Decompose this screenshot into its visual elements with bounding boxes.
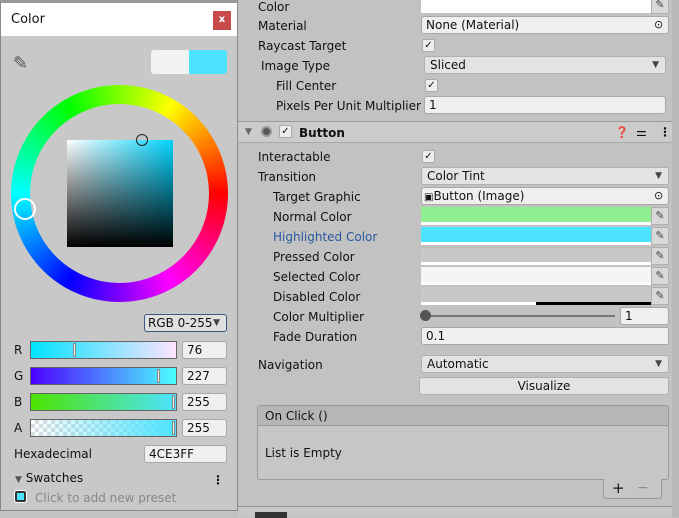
transition-value: Color Tint <box>427 169 485 183</box>
disabled-color-label: Disabled Color <box>273 290 361 304</box>
eyedropper-icon[interactable]: ✎ <box>651 227 669 245</box>
fade-duration-label: Fade Duration <box>273 330 358 344</box>
window-title: Color <box>11 12 45 27</box>
color-preview <box>151 50 227 74</box>
eyedropper-icon[interactable]: ✎ <box>651 247 669 265</box>
navigation-label: Navigation <box>258 358 323 372</box>
raycast-checkbox[interactable]: ✓ <box>422 39 435 52</box>
ppu-input[interactable]: 1 <box>424 96 666 114</box>
color-picker-window: Color x ✎ RGB 0-255 ▼ R 76 G 227 B 255 A … <box>0 0 238 511</box>
onclick-header: On Click () <box>258 406 668 426</box>
eyedropper-icon[interactable]: ✎ <box>651 287 669 305</box>
pressed-color-field[interactable] <box>421 247 651 265</box>
visualize-label: Visualize <box>517 379 571 393</box>
preset-swatch[interactable] <box>15 491 26 502</box>
onclick-event-list: On Click () List is Empty <box>257 405 669 480</box>
multiplier-input[interactable]: 1 <box>620 307 669 325</box>
a-input[interactable]: 255 <box>182 419 227 437</box>
highlighted-color-label: Highlighted Color <box>273 230 378 244</box>
visualize-button[interactable]: Visualize <box>419 377 669 395</box>
target-graphic-value: Button (Image) <box>433 189 525 203</box>
close-button[interactable]: x <box>213 11 231 30</box>
empty-list-text: List is Empty <box>265 446 342 460</box>
hue-wheel-handle[interactable] <box>14 198 36 220</box>
a-slider[interactable] <box>30 419 177 437</box>
highlighted-color-field[interactable] <box>421 227 651 245</box>
fill-center-label: Fill Center <box>276 79 337 93</box>
fade-duration-input[interactable]: 0.1 <box>421 327 669 345</box>
b-input[interactable]: 255 <box>182 393 227 411</box>
saturation-value-square[interactable] <box>67 140 173 247</box>
add-event-button[interactable]: + <box>612 479 625 497</box>
navigation-value: Automatic <box>427 357 489 371</box>
more-options-icon[interactable]: ⋮ <box>659 125 671 139</box>
channel-label: R <box>14 343 23 357</box>
g-slider[interactable] <box>30 367 177 385</box>
object-picker-icon[interactable]: ⊙ <box>654 189 663 202</box>
title-bar: Color x <box>1 3 237 36</box>
disabled-color-field[interactable] <box>421 287 651 305</box>
channel-label: G <box>14 369 24 383</box>
selected-color-label: Selected Color <box>273 270 361 284</box>
color-mode-dropdown[interactable]: RGB 0-255 ▼ <box>144 314 227 332</box>
inspector-scrollbar[interactable] <box>672 0 679 517</box>
target-graphic-field[interactable]: ▣Button (Image) <box>421 187 669 205</box>
multiplier-slider-thumb[interactable] <box>420 310 431 321</box>
channel-label: B <box>14 395 23 409</box>
material-label: Material <box>258 19 307 33</box>
transition-label: Transition <box>258 170 317 184</box>
more-options-icon[interactable]: ⋮ <box>212 473 224 487</box>
normal-color-field[interactable] <box>421 207 651 225</box>
material-field[interactable]: None (Material) <box>421 16 669 34</box>
interactable-label: Interactable <box>258 150 331 164</box>
remove-event-button[interactable]: − <box>637 480 649 496</box>
interactable-checkbox[interactable]: ✓ <box>422 150 435 163</box>
color-field[interactable] <box>421 0 651 13</box>
image-type-value: Sliced <box>430 58 466 72</box>
ppu-label: Pixels Per Unit Multiplier <box>276 99 421 113</box>
triangle-down-icon: ▼ <box>15 475 22 485</box>
object-picker-icon[interactable]: ⊙ <box>654 18 663 31</box>
navigation-dropdown[interactable]: Automatic ▼ <box>421 355 669 373</box>
color-multiplier-label: Color Multiplier <box>273 310 365 324</box>
component-title: Button <box>299 126 345 140</box>
r-slider[interactable] <box>30 341 177 359</box>
raycast-label: Raycast Target <box>258 39 347 53</box>
hex-label: Hexadecimal <box>14 447 92 461</box>
help-icon[interactable]: ❓ <box>615 126 629 139</box>
target-graphic-label: Target Graphic <box>273 190 361 204</box>
enabled-checkbox[interactable]: ✓ <box>279 125 292 138</box>
eyedropper-icon[interactable]: ✎ <box>13 53 28 74</box>
next-component-header <box>238 506 672 518</box>
r-input[interactable]: 76 <box>182 341 227 359</box>
mode-label: RGB 0-255 <box>148 316 213 330</box>
swatches-foldout[interactable]: ▼ Swatches <box>15 471 83 485</box>
sv-handle[interactable] <box>136 134 148 146</box>
swatches-label: Swatches <box>25 471 84 485</box>
eyedropper-icon[interactable]: ✎ <box>651 207 669 225</box>
pressed-color-label: Pressed Color <box>273 250 355 264</box>
image-type-label: Image Type <box>261 59 330 73</box>
script-icon <box>261 126 272 137</box>
hex-input[interactable]: 4CE3FF <box>144 445 227 463</box>
fill-center-checkbox[interactable]: ✓ <box>425 79 438 92</box>
g-input[interactable]: 227 <box>182 367 227 385</box>
channel-label: A <box>14 421 23 435</box>
selected-color-field[interactable] <box>421 267 651 285</box>
presets-icon[interactable]: ⚌ <box>636 125 647 139</box>
eyedropper-icon[interactable]: ✎ <box>651 267 669 285</box>
foldout-icon[interactable]: ▼ <box>245 127 252 137</box>
add-preset-hint[interactable]: Click to add new preset <box>35 491 176 505</box>
b-slider[interactable] <box>30 393 177 411</box>
normal-color-label: Normal Color <box>273 210 352 224</box>
multiplier-slider-track[interactable] <box>425 315 615 317</box>
transition-dropdown[interactable]: Color Tint ▼ <box>421 167 669 185</box>
image-type-dropdown[interactable]: Sliced ▼ <box>424 56 666 74</box>
eyedropper-icon[interactable]: ✎ <box>651 0 669 14</box>
color-label: Color <box>258 0 290 14</box>
